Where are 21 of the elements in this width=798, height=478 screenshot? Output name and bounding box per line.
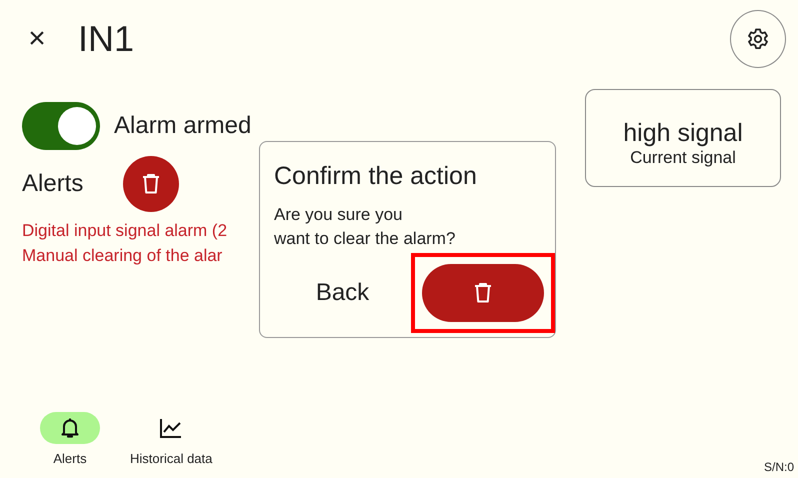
serial-number: S/N:0 [764, 460, 794, 474]
close-button[interactable]: × [22, 24, 52, 54]
page-title: IN1 [78, 18, 134, 60]
signal-caption: Current signal [630, 148, 736, 168]
nav-tab[interactable]: Alerts [40, 412, 100, 466]
alert-message: Digital input signal alarm (2 [22, 220, 228, 242]
settings-icon [746, 27, 770, 51]
line-chart-icon [159, 417, 184, 439]
dialog-message: Are you sure you want to clear the alarm? [274, 204, 456, 250]
settings-button[interactable] [730, 10, 786, 68]
dialog-title: Confirm the action [274, 162, 478, 191]
alarm-switch[interactable] [22, 102, 100, 150]
nav-tab[interactable]: Historical data [130, 412, 212, 466]
bell-icon [60, 417, 80, 439]
back-button[interactable]: Back [274, 268, 411, 318]
trash-icon [141, 173, 162, 195]
switch-label: Alarm armed [114, 112, 252, 140]
trash-icon [473, 282, 493, 304]
alert-message: Manual clearing of the alar [22, 245, 224, 267]
signal-value: high signal [623, 118, 743, 148]
section-label: Alerts [22, 170, 84, 198]
